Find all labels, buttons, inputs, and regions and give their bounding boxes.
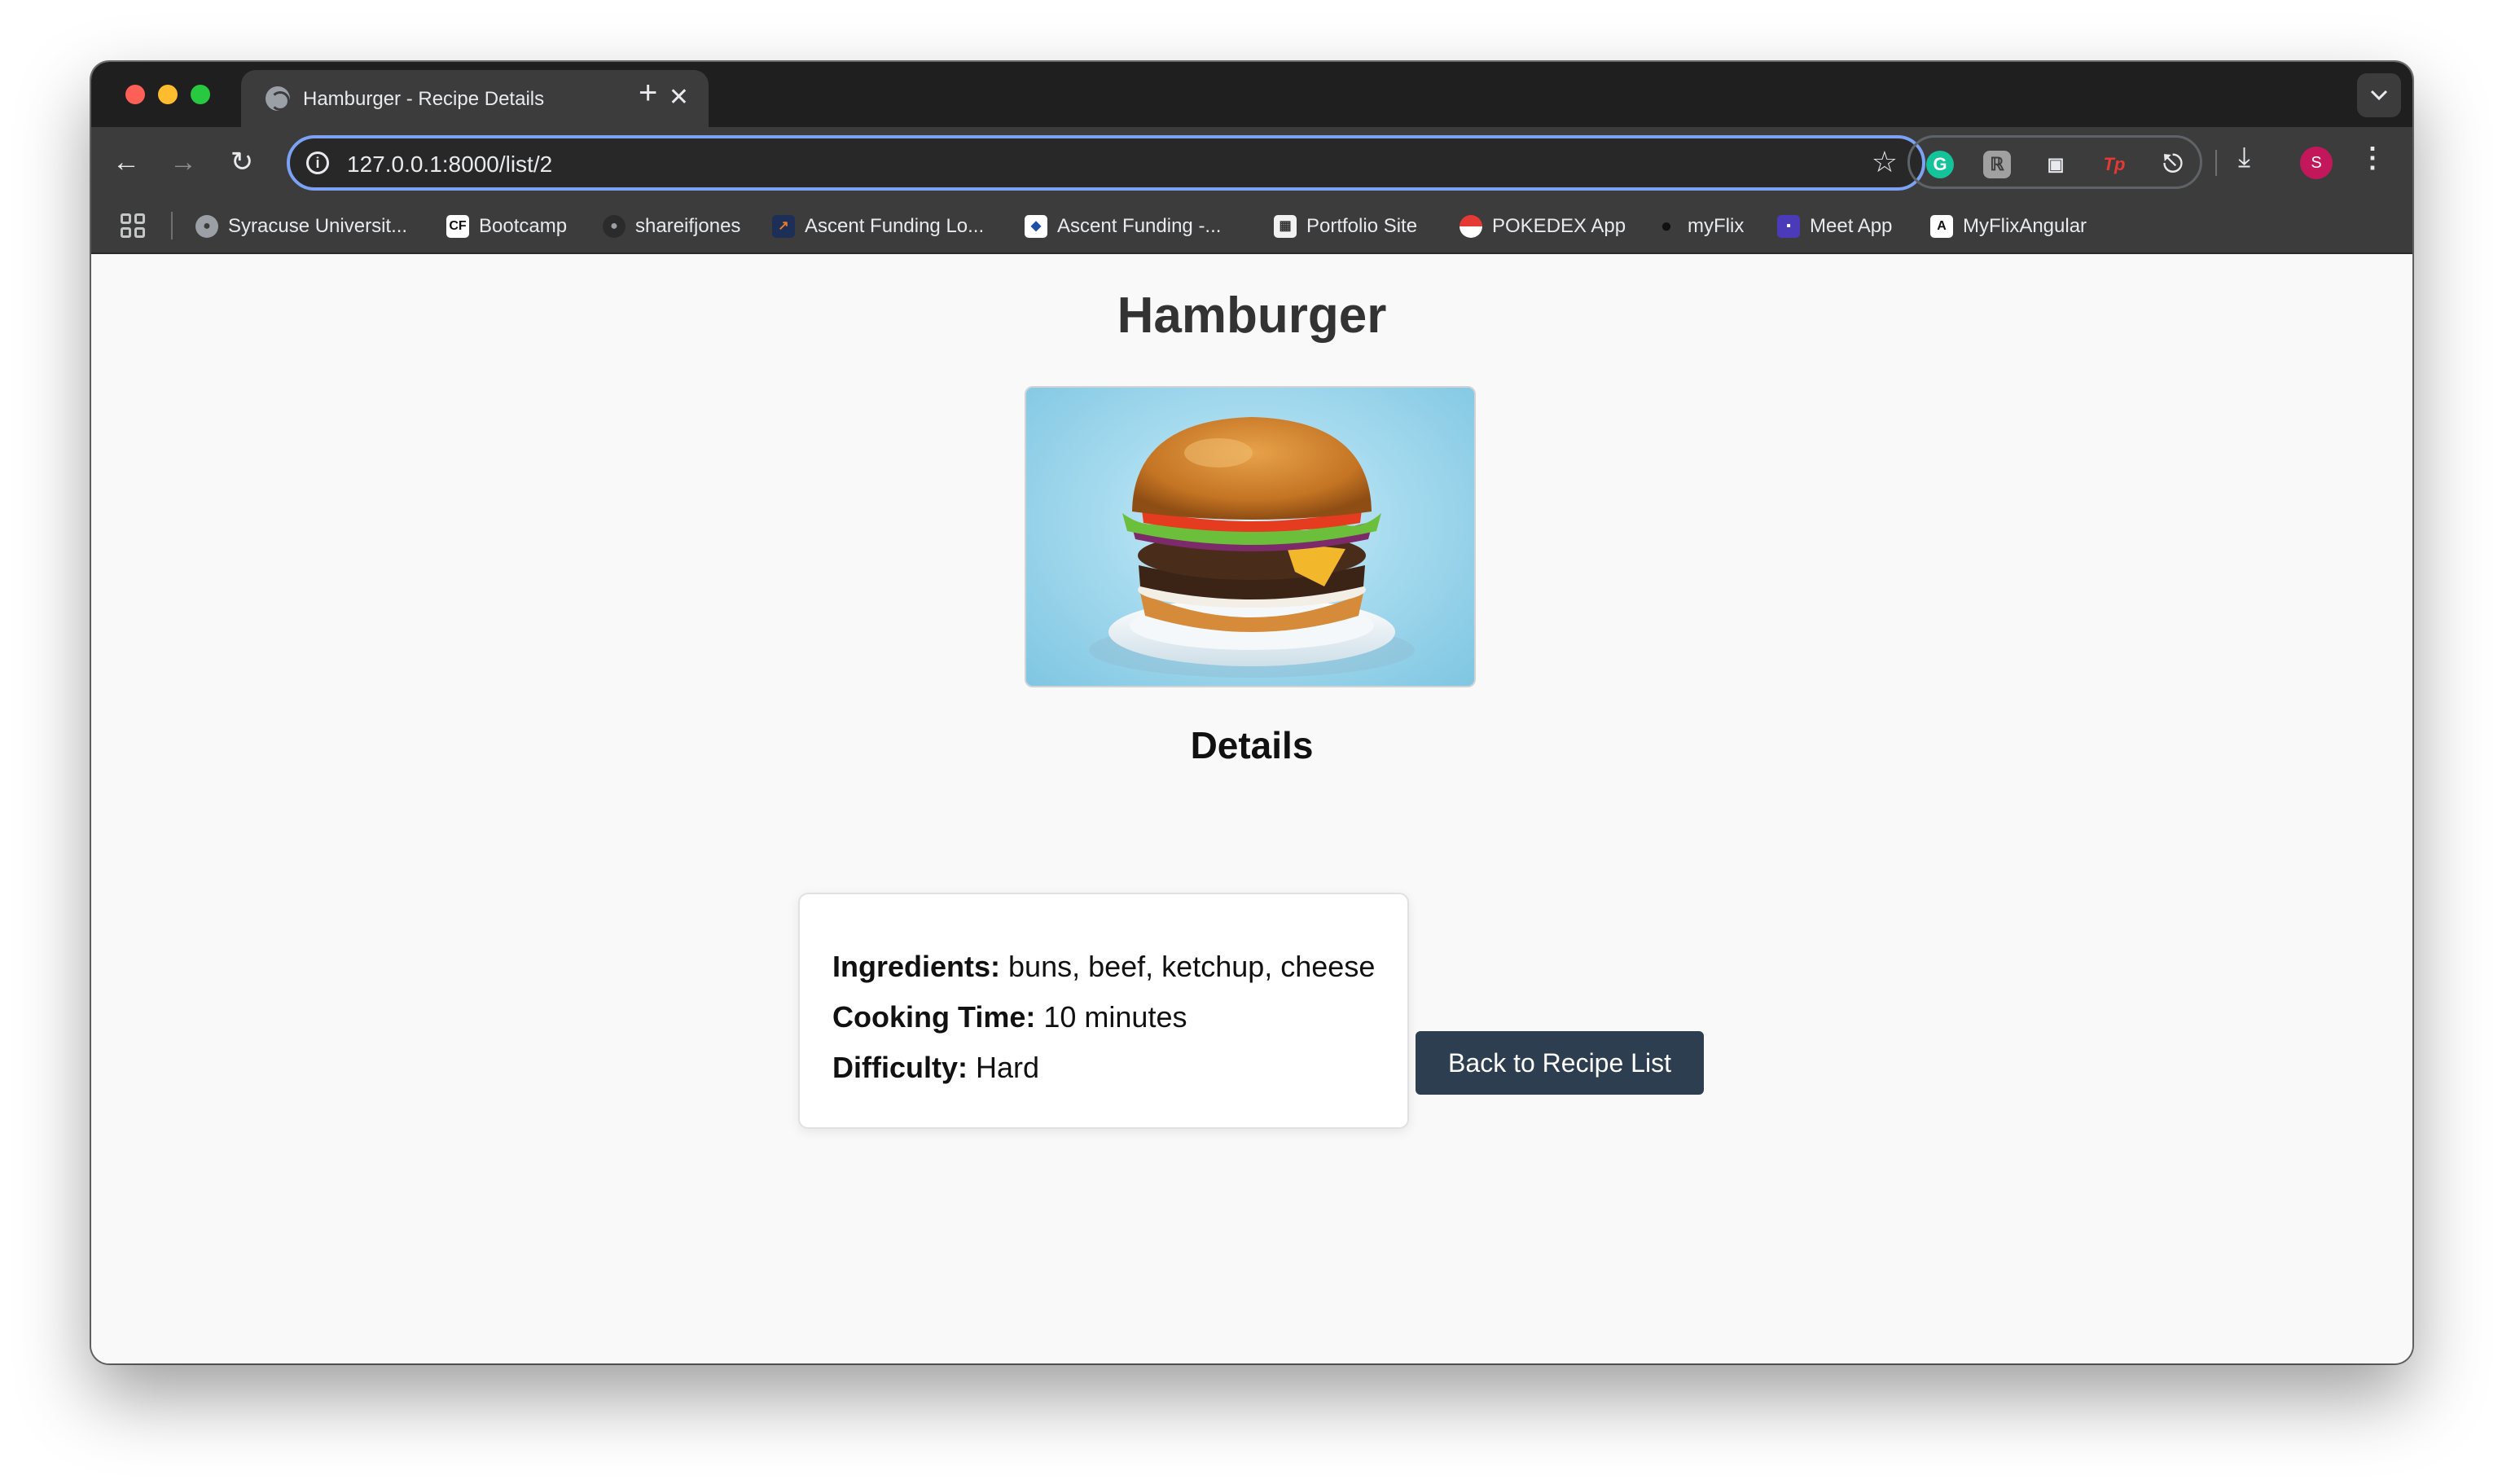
- tp-extension-icon[interactable]: Tp: [2100, 151, 2128, 178]
- cooking-time-row: Cooking Time: 10 minutes: [832, 992, 1407, 1043]
- meet-icon: ▪: [1777, 215, 1800, 238]
- details-heading: Details: [1190, 724, 1314, 766]
- browser-window: Hamburger - Recipe Details ✕ + ← → ↻ i 1…: [91, 62, 2412, 1363]
- ingredients-label: Ingredients:: [832, 950, 1001, 983]
- bookmark-label: Portfolio Site: [1306, 215, 1418, 237]
- myflix-icon: ●: [1660, 215, 1673, 237]
- tab-search-button[interactable]: [2357, 73, 2401, 117]
- github-icon: ●: [603, 215, 626, 238]
- bookmark-label: MyFlixAngular: [1963, 215, 2087, 237]
- reload-icon[interactable]: ↻: [223, 143, 261, 181]
- grammarly-icon[interactable]: G: [1926, 151, 1954, 178]
- new-tab-button[interactable]: +: [639, 77, 657, 109]
- back-arrow-icon[interactable]: ←: [108, 143, 145, 181]
- bookmark-label: Meet App: [1810, 215, 1893, 237]
- globe-icon: ●: [195, 215, 218, 238]
- bookmark-item[interactable]: ● shareifjones: [603, 213, 740, 239]
- ascent-shield-icon: ◆: [1025, 215, 1047, 238]
- download-icon[interactable]: ⤓: [2238, 142, 2250, 173]
- cooking-time-label: Cooking Time:: [832, 1000, 1036, 1034]
- bookmark-item[interactable]: ◆ Ascent Funding -...: [1025, 213, 1221, 239]
- extensions-group: G ℝ ▣ Tp ⎋: [1907, 135, 2202, 189]
- close-window-button[interactable]: [125, 85, 145, 104]
- difficulty-label: Difficulty:: [832, 1051, 968, 1084]
- toolbar: ← → ↻ i 127.0.0.1:8000/list/2 ☆ G ℝ ▣ Tp…: [91, 127, 2412, 197]
- page-title: Hamburger: [1117, 288, 1387, 344]
- bookmark-label: Ascent Funding Lo...: [805, 215, 985, 237]
- forward-arrow-icon[interactable]: →: [165, 143, 202, 181]
- angular-icon: A: [1930, 215, 1953, 238]
- portfolio-icon: ▦: [1274, 215, 1297, 238]
- close-icon[interactable]: ✕: [669, 83, 689, 112]
- ingredients-value: buns, beef, ketchup, cheese: [1008, 950, 1376, 983]
- bookmark-label: Syracuse Universit...: [228, 215, 408, 237]
- tab-title: Hamburger - Recipe Details: [303, 88, 545, 110]
- page-content: Hamburger Details Ingredients: buns, bee…: [91, 256, 2412, 1363]
- more-menu-icon[interactable]: ⋮: [2359, 142, 2386, 174]
- bookmark-item[interactable]: ▦ Portfolio Site: [1274, 213, 1417, 239]
- bookmark-label: POKEDEX App: [1492, 215, 1626, 237]
- bookmark-label: Ascent Funding -...: [1057, 215, 1222, 237]
- url-text[interactable]: 127.0.0.1:8000/list/2: [347, 151, 552, 178]
- difficulty-value: Hard: [976, 1051, 1040, 1084]
- chevron-down-icon: [2370, 90, 2388, 101]
- details-card: Ingredients: buns, beef, ketchup, cheese…: [798, 893, 1409, 1129]
- tab-strip: Hamburger - Recipe Details ✕ +: [91, 62, 2412, 127]
- bookmark-item[interactable]: ▪ Meet App: [1777, 213, 1892, 239]
- globe-icon: [266, 86, 290, 111]
- back-to-recipe-list-button[interactable]: Back to Recipe List: [1416, 1031, 1704, 1095]
- bookmark-item[interactable]: ↗ Ascent Funding Lo...: [772, 213, 984, 239]
- bookmark-item[interactable]: ● Syracuse Universit...: [195, 213, 407, 239]
- site-info-icon[interactable]: i: [306, 151, 329, 174]
- bookmark-label: Bootcamp: [479, 215, 568, 237]
- pokeball-icon: [1460, 215, 1482, 238]
- maximize-window-button[interactable]: [191, 85, 210, 104]
- ingredients-row: Ingredients: buns, beef, ketchup, cheese: [832, 942, 1407, 992]
- recipe-image: [1025, 386, 1476, 687]
- bookmarks-bar: ● Syracuse Universit... CF Bootcamp ● sh…: [91, 197, 2412, 254]
- extensions-puzzle-icon[interactable]: ⎋: [2159, 151, 2187, 178]
- bookmark-item[interactable]: ● myFlix: [1655, 213, 1745, 239]
- toolbar-divider: [2215, 150, 2217, 176]
- minimize-window-button[interactable]: [158, 85, 178, 104]
- cooking-time-value: 10 minutes: [1043, 1000, 1187, 1034]
- ascent-icon: ↗: [772, 215, 795, 238]
- bookmark-star-icon[interactable]: ☆: [1872, 145, 1898, 179]
- bookmark-item[interactable]: POKEDEX App: [1460, 213, 1626, 239]
- extension-icon[interactable]: ▣: [2042, 151, 2070, 178]
- bookmark-item[interactable]: A MyFlixAngular: [1930, 213, 2087, 239]
- bookmark-label: myFlix: [1688, 215, 1745, 237]
- profile-avatar[interactable]: S: [2300, 147, 2333, 179]
- address-bar[interactable]: i 127.0.0.1:8000/list/2 ☆: [287, 135, 1925, 191]
- apps-grid-icon[interactable]: [121, 213, 145, 238]
- cf-logo-icon: CF: [446, 215, 469, 238]
- difficulty-row: Difficulty: Hard: [832, 1043, 1407, 1093]
- bookmark-item[interactable]: CF Bootcamp: [446, 213, 567, 239]
- extension-icon[interactable]: ℝ: [1983, 151, 2011, 178]
- hamburger-photo: [1089, 417, 1415, 678]
- bookmarks-divider: [171, 212, 173, 239]
- bookmark-label: shareifjones: [635, 215, 741, 237]
